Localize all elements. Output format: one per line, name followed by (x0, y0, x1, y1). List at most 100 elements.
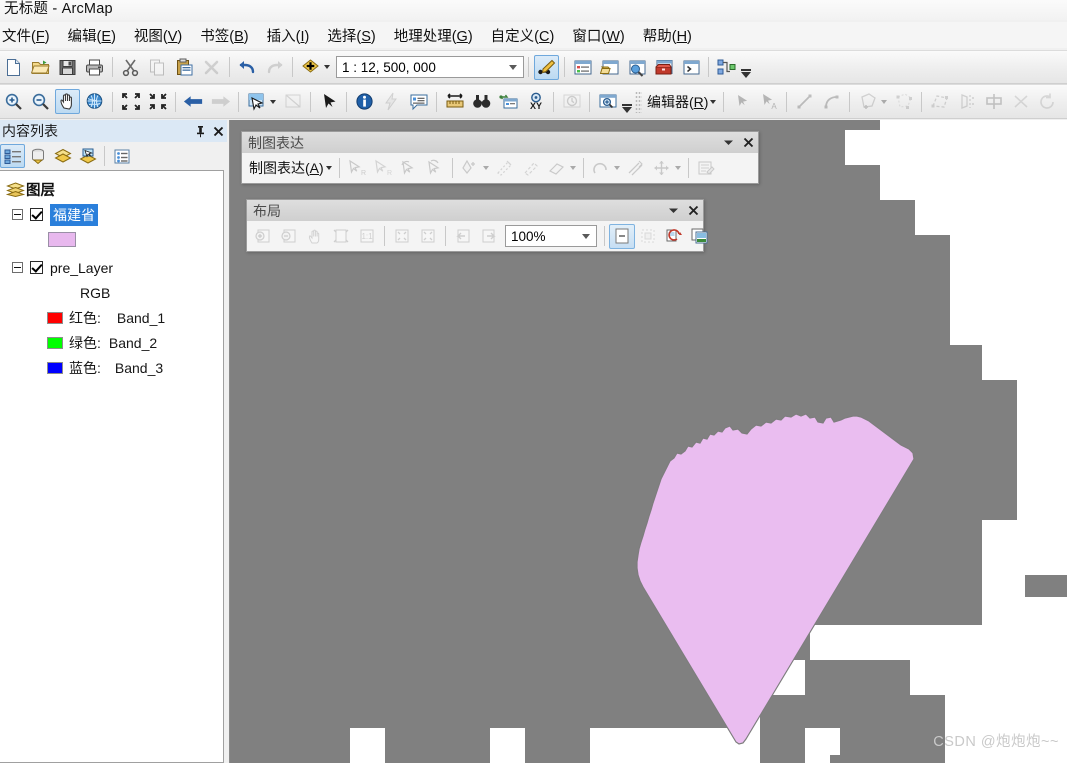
layout-toolbar-header[interactable]: 布局 (247, 200, 703, 221)
go-next-extent-tool[interactable] (208, 89, 233, 114)
select-features-dropdown-caret[interactable] (270, 99, 276, 104)
save-document-button[interactable] (55, 55, 80, 80)
representation-properties-button[interactable] (693, 156, 719, 181)
layout-zoom-out-tool[interactable] (276, 224, 302, 249)
model-builder-button[interactable] (714, 55, 739, 80)
identify-tool[interactable] (352, 89, 377, 114)
hyperlink-tool[interactable] (379, 89, 404, 114)
menu-file[interactable]: 文件(F) (0, 23, 59, 48)
menu-insert[interactable]: 插入(I) (258, 23, 319, 48)
page-forward-button[interactable] (476, 224, 502, 249)
open-document-button[interactable] (28, 55, 53, 80)
free-form-caret[interactable] (613, 166, 620, 170)
go-to-xy-tool[interactable]: XY (523, 89, 548, 114)
toc-band-green-row[interactable]: 绿色: Band_2 (0, 330, 223, 355)
menu-selection[interactable]: 选择(S) (318, 23, 384, 48)
band-color-swatch-green[interactable] (47, 336, 63, 349)
menu-geoprocessing[interactable]: 地理处理(G) (385, 23, 482, 48)
edit-vertices-tool[interactable] (891, 89, 916, 114)
map-scale-dropdown-arrow[interactable] (503, 57, 523, 77)
fixed-zoom-out-tool[interactable] (145, 89, 170, 114)
menu-help[interactable]: 帮助(H) (634, 23, 701, 48)
representation-menu-caret[interactable] (325, 166, 332, 170)
python-window-button[interactable] (678, 55, 703, 80)
catalog-window-button[interactable] (597, 55, 622, 80)
undo-button[interactable] (235, 55, 260, 80)
mirror-features-tool[interactable] (981, 89, 1006, 114)
layer-visibility-checkbox[interactable] (30, 208, 43, 221)
focus-data-frame-button[interactable] (635, 224, 661, 249)
toc-layer-fujian-symbol-row[interactable] (0, 227, 223, 252)
toc-band-red-row[interactable]: 红色: Band_1 (0, 305, 223, 330)
toc-layer-pre-row[interactable]: pre_Layer (0, 255, 223, 280)
create-viewer-window-tool[interactable] (595, 89, 620, 114)
zoom-in-tool[interactable] (1, 89, 26, 114)
redo-button[interactable] (262, 55, 287, 80)
new-map-document-button[interactable] (1, 55, 26, 80)
straight-segment-tool[interactable] (792, 89, 817, 114)
warp-tool[interactable] (492, 156, 518, 181)
chevron-down-icon[interactable] (718, 133, 738, 153)
close-icon[interactable] (683, 201, 703, 221)
representation-toolbar-header[interactable]: 制图表达 (242, 132, 758, 153)
page-back-button[interactable] (450, 224, 476, 249)
change-layout-button[interactable] (661, 224, 687, 249)
fixed-zoom-in-tool[interactable] (118, 89, 143, 114)
measure-tool[interactable] (442, 89, 467, 114)
expander-icon[interactable] (12, 209, 23, 220)
paste-button[interactable] (172, 55, 197, 80)
toolbar-overflow-button[interactable] (740, 54, 752, 80)
reshape-feature-tool[interactable] (927, 89, 952, 114)
list-by-selection-button[interactable] (75, 144, 100, 168)
toc-layer-tree[interactable]: 图层 福建省 pre_Layer RGB 红色: Band_1 绿色: Band… (0, 170, 224, 763)
create-features-tool[interactable] (855, 89, 880, 114)
edit-tool[interactable] (729, 89, 754, 114)
editor-toolbar-toggle-button[interactable] (534, 54, 559, 80)
resize-marker-tool[interactable] (422, 156, 448, 181)
delete-button[interactable] (199, 55, 224, 80)
close-icon[interactable] (209, 122, 227, 140)
search-window-button[interactable] (624, 55, 649, 80)
go-back-extent-tool[interactable] (181, 89, 206, 114)
select-features-tool[interactable] (244, 89, 269, 114)
expander-icon[interactable] (12, 262, 23, 273)
editor-menu-caret[interactable] (710, 99, 717, 104)
find-tool[interactable] (469, 89, 494, 114)
menu-customize[interactable]: 自定义(C) (482, 23, 564, 48)
clear-selection-tool[interactable] (280, 89, 305, 114)
move-cross-tool[interactable] (649, 156, 675, 181)
fixed-zoom-in-page-button[interactable] (389, 224, 415, 249)
pan-tool[interactable] (55, 89, 80, 114)
layout-zoom-in-tool[interactable] (250, 224, 276, 249)
representation-menu-button[interactable]: 制图表达(A) (245, 158, 326, 178)
pin-icon[interactable] (191, 122, 209, 140)
curve-segment-tool[interactable] (819, 89, 844, 114)
effects-tool[interactable] (518, 156, 544, 181)
list-by-drawing-order-button[interactable] (0, 144, 25, 168)
menu-view[interactable]: 视图(V) (125, 23, 191, 48)
html-popup-tool[interactable] (406, 89, 431, 114)
close-icon[interactable] (738, 133, 758, 153)
menu-edit[interactable]: 编辑(E) (59, 23, 125, 48)
toc-layer-fujian-row[interactable]: 福建省 (0, 202, 223, 227)
create-features-caret[interactable] (881, 99, 888, 104)
zoom-one-to-one-button[interactable]: 1:1 (354, 224, 380, 249)
tools-overflow-button[interactable] (621, 89, 633, 115)
editor-menu-button[interactable]: 编辑器(R) (644, 92, 710, 112)
layout-zoom-dropdown-arrow[interactable] (576, 226, 596, 246)
free-form-tool[interactable] (588, 156, 614, 181)
select-representation-tool[interactable]: R (344, 156, 370, 181)
toc-root-layers[interactable]: 图层 (0, 177, 223, 202)
move-parallel-tool[interactable] (623, 156, 649, 181)
cut-button[interactable] (118, 55, 143, 80)
layer-visibility-checkbox[interactable] (30, 261, 43, 274)
copy-button[interactable] (145, 55, 170, 80)
print-button[interactable] (82, 55, 107, 80)
add-data-dropdown-caret[interactable] (324, 65, 330, 69)
list-by-source-button[interactable] (25, 144, 50, 168)
rotate-marker-tool[interactable] (396, 156, 422, 181)
move-caret[interactable] (674, 166, 681, 170)
time-slider-button[interactable] (559, 89, 584, 114)
merge-x-tool[interactable] (1008, 89, 1033, 114)
table-of-contents-button[interactable] (570, 55, 595, 80)
